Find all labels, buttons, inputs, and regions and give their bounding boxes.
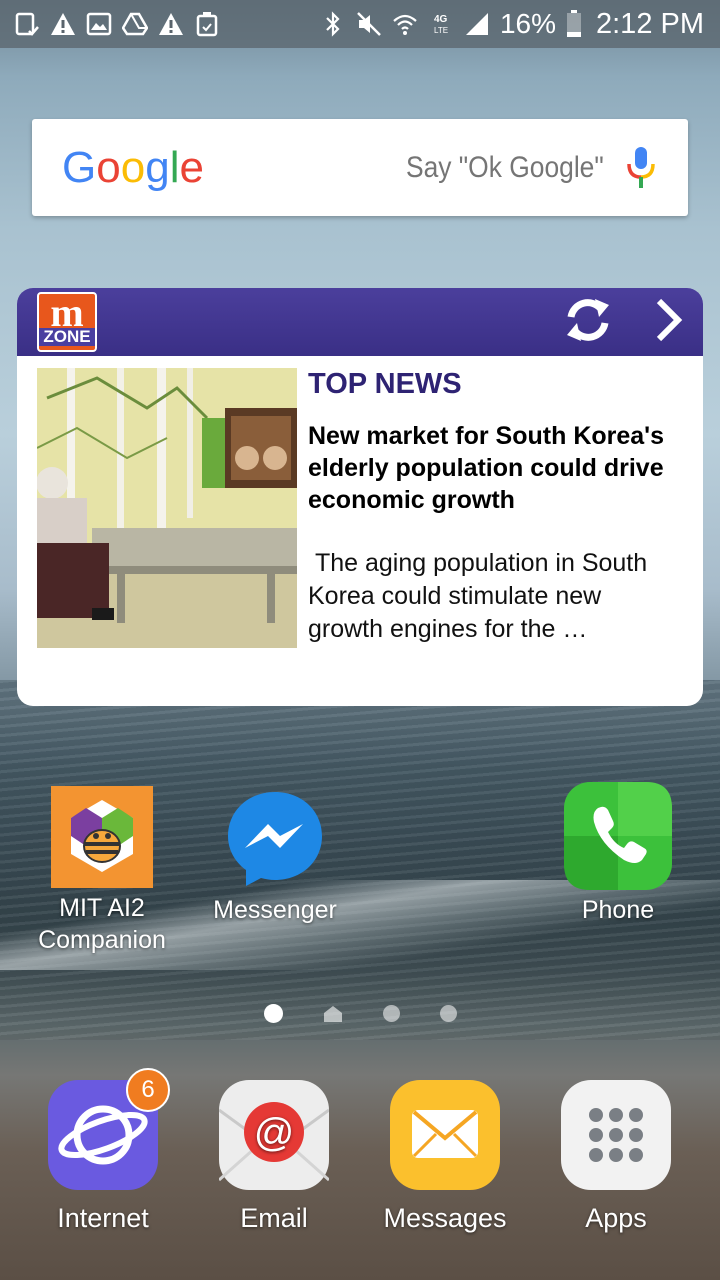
home-page-icon[interactable] — [323, 1005, 343, 1023]
dock-app-internet[interactable]: 6 Internet — [28, 1068, 178, 1234]
search-hint[interactable]: Say "Ok Google" — [406, 151, 604, 185]
app-label: Companion — [38, 926, 166, 954]
news-section-title: TOP NEWS — [308, 368, 462, 400]
refresh-icon[interactable] — [563, 297, 613, 348]
app-label: Email — [240, 1203, 308, 1233]
screenshot-icon — [14, 11, 40, 37]
google-logo: Google — [62, 143, 204, 193]
notification-badge: 6 — [126, 1068, 170, 1112]
mzone-logo-zone: ZONE — [39, 328, 95, 346]
app-messenger[interactable]: Messenger — [195, 786, 355, 926]
mit-ai2-icon — [51, 786, 153, 888]
warning-icon — [50, 11, 76, 37]
messages-icon — [390, 1080, 500, 1190]
cleaner-icon — [194, 11, 220, 37]
app-label: Messenger — [213, 896, 337, 924]
wifi-icon — [392, 11, 418, 37]
bluetooth-icon — [320, 11, 346, 37]
news-thumbnail[interactable] — [37, 368, 297, 648]
microphone-icon[interactable] — [624, 144, 658, 192]
signal-icon — [464, 11, 490, 37]
page-indicator[interactable] — [0, 1004, 720, 1023]
dock-app-email[interactable]: @ Email — [199, 1080, 349, 1234]
google-logo-letter: g — [145, 142, 170, 192]
news-actions — [563, 297, 683, 348]
page-dot-active[interactable] — [263, 1004, 283, 1023]
dock-app-messages[interactable]: Messages — [370, 1080, 520, 1234]
phone-icon — [564, 782, 672, 890]
mzone-logo[interactable]: m ZONE — [37, 292, 97, 352]
app-label: Messages — [383, 1203, 507, 1233]
dock-app-apps[interactable]: Apps — [541, 1080, 691, 1234]
4g-lte-icon: 4G LTE — [428, 11, 454, 37]
chevron-right-icon[interactable] — [653, 297, 683, 348]
mzone-news-widget[interactable]: m ZONE TOP NEWS New market for South Kor… — [17, 288, 703, 706]
google-logo-letter: e — [179, 142, 204, 192]
warning-icon — [158, 11, 184, 37]
status-bar: 4G LTE 16% 2:12 PM — [0, 0, 720, 48]
clock: 2:12 PM — [596, 7, 704, 40]
image-icon — [86, 11, 112, 37]
app-label: MIT AI2 — [59, 894, 145, 922]
battery-percent: 16% — [499, 8, 556, 39]
google-search-widget[interactable]: Google Say "Ok Google" — [32, 119, 688, 216]
news-headline[interactable]: New market for South Korea's elderly pop… — [308, 420, 683, 516]
notification-icons — [14, 11, 220, 37]
svg-text:LTE: LTE — [434, 26, 448, 35]
app-label: Internet — [57, 1203, 149, 1233]
system-icons: 4G LTE 16% 2:12 PM — [320, 8, 704, 41]
app-label: Phone — [581, 896, 655, 924]
page-dot[interactable] — [382, 1005, 400, 1022]
app-phone[interactable]: Phone — [538, 782, 698, 926]
battery-icon — [566, 10, 582, 37]
news-summary: The aging population in South Korea coul… — [308, 549, 655, 643]
drive-icon — [122, 11, 148, 37]
google-logo-letter: l — [169, 142, 180, 192]
svg-text:4G: 4G — [434, 14, 448, 25]
google-logo-letter: o — [120, 142, 146, 192]
internet-icon: 6 — [48, 1068, 170, 1190]
page-dot[interactable] — [439, 1005, 457, 1022]
google-logo-letter: o — [96, 142, 121, 192]
app-mit-ai2-companion[interactable]: MIT AI2 Companion — [22, 786, 182, 956]
news-widget-header: m ZONE — [17, 288, 703, 356]
app-label: Apps — [585, 1203, 647, 1233]
mute-icon — [356, 11, 382, 37]
email-icon: @ — [218, 1080, 330, 1190]
svg-text:@: @ — [254, 1111, 295, 1155]
mzone-logo-m: m — [50, 290, 84, 335]
messenger-icon — [223, 786, 327, 890]
news-article[interactable]: TOP NEWS New market for South Korea's el… — [17, 356, 703, 648]
news-text: TOP NEWS New market for South Korea's el… — [297, 368, 683, 648]
google-logo-letter: G — [62, 142, 97, 192]
apps-grid-icon — [561, 1080, 671, 1190]
